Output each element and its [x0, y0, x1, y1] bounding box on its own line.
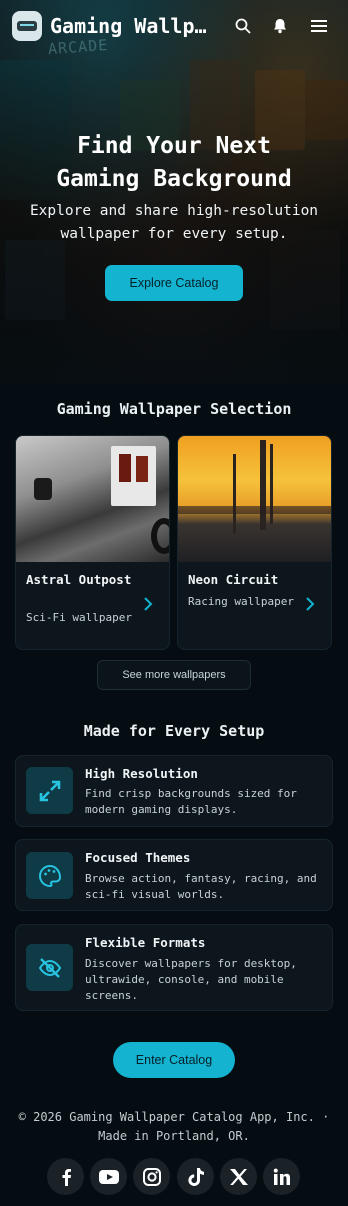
feature-title: Flexible Formats: [85, 935, 206, 950]
feature-description: Find crisp backgrounds sized for modern …: [85, 787, 297, 816]
feature-description: Browse action, fantasy, racing, and sci-…: [85, 872, 317, 901]
feature-title: Focused Themes: [85, 850, 191, 865]
explore-catalog-button[interactable]: Explore Catalog: [105, 265, 243, 301]
section-title-selection: Gaming Wallpaper Selection: [56, 400, 292, 418]
card-title: Astral Outpost: [26, 572, 132, 587]
logo-icon[interactable]: [12, 11, 42, 41]
card-subtitle: Sci-Fi wallpaper: [26, 611, 132, 624]
hero-title: Find Your Next Gaming Background: [56, 133, 292, 192]
feature-title: High Resolution: [85, 766, 198, 781]
wallpaper-card-astral-outpost[interactable]: Astral Outpost Sci-Fi wallpaper: [15, 435, 170, 650]
x-icon[interactable]: [220, 1158, 257, 1195]
enter-catalog-button[interactable]: Enter Catalog: [113, 1042, 235, 1078]
instagram-icon[interactable]: [133, 1158, 170, 1195]
eye-off-icon: [26, 944, 73, 991]
chevron-right-icon[interactable]: [141, 594, 155, 614]
linkedin-icon[interactable]: [263, 1158, 300, 1195]
feature-description: Discover wallpapers for desktop, ultrawi…: [85, 957, 297, 1002]
tiktok-icon[interactable]: [177, 1158, 214, 1195]
facebook-icon[interactable]: [47, 1158, 84, 1195]
section-title-setup: Made for Every Setup: [83, 722, 265, 740]
wallpaper-thumbnail: [16, 436, 169, 562]
palette-icon: [26, 852, 73, 899]
youtube-icon[interactable]: [90, 1158, 127, 1195]
chevron-right-icon[interactable]: [303, 594, 317, 614]
top-bar: Gaming Wallp…: [0, 0, 348, 52]
feature-card-high-resolution: High Resolution Find crisp backgrounds s…: [15, 755, 333, 827]
card-subtitle: Racing wallpaper: [188, 595, 294, 608]
card-title: Neon Circuit: [188, 572, 279, 587]
hero-subtitle: Explore and share high-resolution wallpa…: [29, 203, 319, 242]
feature-card-focused-themes: Focused Themes Browse action, fantasy, r…: [15, 839, 333, 911]
footer-text: © 2026 Gaming Wallpaper Catalog App, Inc…: [18, 1110, 330, 1143]
see-more-wallpapers-button[interactable]: See more wallpapers: [97, 660, 251, 690]
wallpaper-card-neon-circuit[interactable]: Neon Circuit Racing wallpaper: [177, 435, 332, 650]
wallpaper-thumbnail: [178, 436, 331, 562]
feature-card-flexible-formats: Flexible Formats Discover wallpapers for…: [15, 924, 333, 1011]
expand-icon: [26, 767, 73, 814]
app-title[interactable]: Gaming Wallp…: [50, 14, 222, 38]
